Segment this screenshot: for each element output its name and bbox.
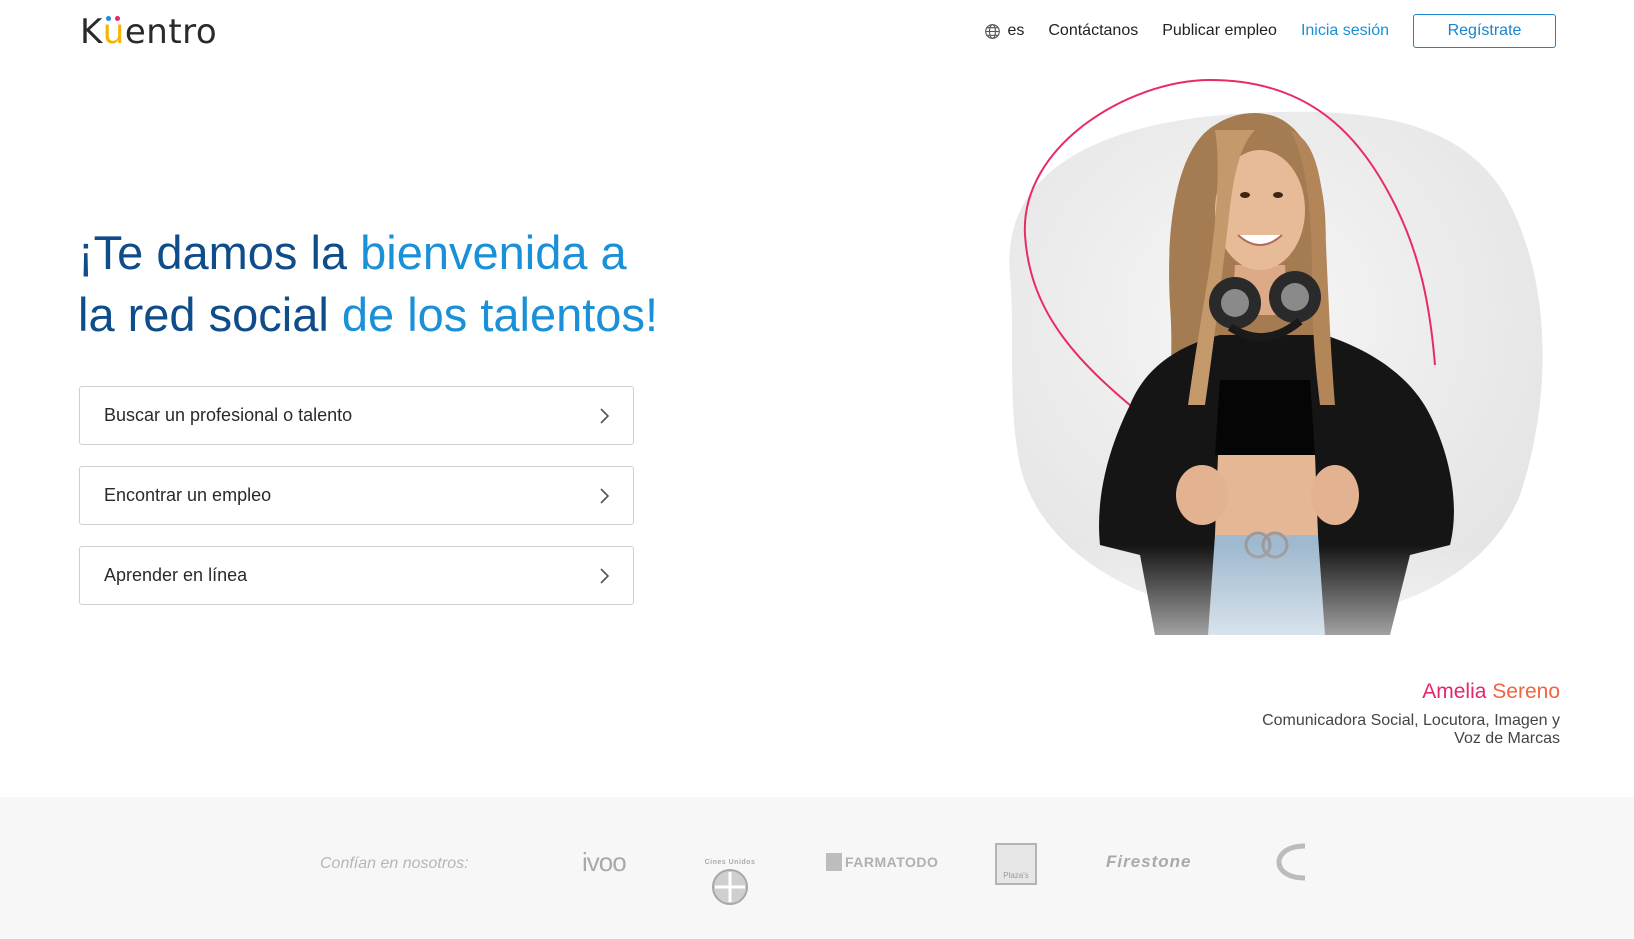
- language-selector[interactable]: es: [984, 22, 1024, 40]
- cines-unidos-emblem-icon: [712, 868, 748, 905]
- featured-talent-name: Amelia Sereno: [1422, 680, 1560, 703]
- brand-logo-plazas: Plaza's: [995, 843, 1037, 885]
- featured-talent-role: Comunicadora Social, Locutora, Imagen y …: [1262, 712, 1560, 747]
- trust-label: Confían en nosotros:: [320, 855, 469, 872]
- option-label: Encontrar un empleo: [104, 485, 272, 505]
- find-job-option[interactable]: Encontrar un empleo: [79, 466, 634, 525]
- search-talent-option[interactable]: Buscar un profesional o talento: [79, 386, 634, 445]
- logo-u: u: [102, 12, 125, 52]
- logo-prefix: K: [80, 12, 103, 52]
- learn-online-option[interactable]: Aprender en línea: [79, 546, 634, 605]
- post-job-link[interactable]: Publicar empleo: [1162, 22, 1277, 40]
- logo-suffix: entro: [124, 12, 218, 52]
- brand-logo-cines-unidos: Cines Unidos: [702, 837, 758, 905]
- brand-logo-partial: [1275, 837, 1305, 887]
- brand-logo-firestone: Firestone: [1106, 852, 1192, 871]
- globe-icon: [985, 23, 1001, 39]
- brand-logo-ivoo: ivoo: [582, 846, 627, 877]
- hero-title: ¡Te damos la bienvenida a la red social …: [78, 226, 659, 341]
- trust-section: Confían en nosotros: ivoo Cines Unidos F…: [0, 797, 1634, 939]
- kuentro-logo[interactable]: K u entro: [80, 12, 217, 52]
- option-label: Buscar un profesional o talento: [104, 405, 353, 425]
- register-button[interactable]: Regístrate: [1413, 14, 1556, 48]
- farmatodo-mark-icon: [826, 853, 842, 871]
- chevron-right-icon: [600, 567, 610, 584]
- brand-logo-farmatodo: Farmatodo: [826, 837, 938, 887]
- top-nav: es Contáctanos Publicar empleo Inicia se…: [984, 14, 1556, 48]
- chevron-right-icon: [600, 487, 610, 504]
- option-label: Aprender en línea: [104, 565, 248, 585]
- language-label: es: [1007, 22, 1025, 39]
- featured-talent-portrait: [990, 78, 1560, 695]
- logo-dots: [105, 16, 120, 21]
- login-link[interactable]: Inicia sesión: [1301, 22, 1389, 40]
- contact-link[interactable]: Contáctanos: [1048, 22, 1138, 40]
- chevron-right-icon: [600, 407, 610, 424]
- partial-brand-icon: [1276, 843, 1305, 881]
